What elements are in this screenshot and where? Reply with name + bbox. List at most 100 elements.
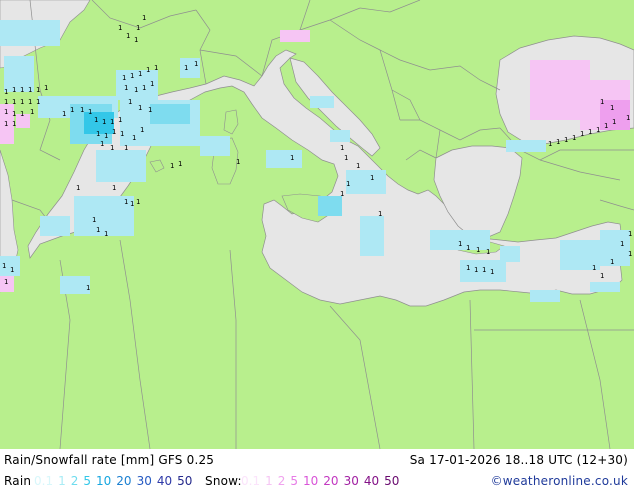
svg-text:1: 1 <box>340 144 344 152</box>
svg-text:1: 1 <box>344 154 348 162</box>
svg-text:1: 1 <box>136 24 140 32</box>
snow-scale-value: 20 <box>323 474 339 488</box>
svg-text:1: 1 <box>170 162 174 170</box>
svg-text:1: 1 <box>580 130 584 138</box>
svg-text:1: 1 <box>136 198 140 206</box>
svg-text:1: 1 <box>112 128 116 136</box>
svg-text:1: 1 <box>104 132 108 140</box>
svg-text:1: 1 <box>100 140 104 148</box>
svg-text:1: 1 <box>564 136 568 144</box>
svg-text:1: 1 <box>600 98 604 106</box>
svg-text:1: 1 <box>124 198 128 206</box>
svg-text:1: 1 <box>124 144 128 152</box>
svg-text:1: 1 <box>104 230 108 238</box>
snow-legend-scale: 0.1 1 2 5 10 20 30 40 50 <box>241 474 404 488</box>
rain-scale-value: 50 <box>177 474 193 488</box>
svg-text:1: 1 <box>130 200 134 208</box>
snow-scale-value: 1 <box>265 474 273 488</box>
svg-text:1: 1 <box>124 84 128 92</box>
rain-scale-value: 30 <box>136 474 152 488</box>
svg-text:1: 1 <box>596 126 600 134</box>
svg-text:1: 1 <box>346 180 350 188</box>
svg-text:1: 1 <box>20 110 24 118</box>
svg-text:1: 1 <box>86 284 90 292</box>
svg-text:1: 1 <box>340 190 344 198</box>
svg-text:1: 1 <box>20 86 24 94</box>
svg-text:1: 1 <box>148 106 152 114</box>
svg-text:1: 1 <box>128 98 132 106</box>
svg-text:1: 1 <box>44 84 48 92</box>
svg-text:1: 1 <box>600 272 604 280</box>
svg-text:1: 1 <box>370 174 374 182</box>
svg-text:1: 1 <box>466 264 470 272</box>
svg-text:1: 1 <box>118 116 122 124</box>
snow-scale-value: 10 <box>303 474 319 488</box>
rain-scale-value: 10 <box>96 474 112 488</box>
svg-text:1: 1 <box>490 268 494 276</box>
svg-text:1: 1 <box>94 116 98 124</box>
svg-text:1: 1 <box>612 118 616 126</box>
map-title: Rain/Snowfall rate [mm] GFS 0.25 <box>4 453 215 467</box>
svg-text:1: 1 <box>466 244 470 252</box>
svg-text:1: 1 <box>146 66 150 74</box>
svg-text:1: 1 <box>92 216 96 224</box>
svg-text:1: 1 <box>556 138 560 146</box>
svg-text:1: 1 <box>138 70 142 78</box>
svg-text:1: 1 <box>458 240 462 248</box>
svg-text:1: 1 <box>356 162 360 170</box>
svg-text:1: 1 <box>110 118 114 126</box>
svg-text:1: 1 <box>36 86 40 94</box>
svg-text:1: 1 <box>102 118 106 126</box>
rain-scale-value: 2 <box>70 474 79 488</box>
svg-text:1: 1 <box>142 84 146 92</box>
map-footer: Rain/Snowfall rate [mm] GFS 0.25 Sa 17-0… <box>0 449 634 490</box>
svg-text:1: 1 <box>12 98 16 106</box>
snow-scale-value: 30 <box>343 474 359 488</box>
svg-text:1: 1 <box>604 122 608 130</box>
credit-link[interactable]: ©weatheronline.co.uk <box>491 474 628 488</box>
svg-text:1: 1 <box>110 144 114 152</box>
snow-scale-value: 0.1 <box>241 474 261 488</box>
rain-scale-value: 1 <box>58 474 66 488</box>
rain-scale-value: 20 <box>116 474 132 488</box>
svg-text:1: 1 <box>76 184 80 192</box>
snow-scale-value: 40 <box>363 474 380 488</box>
svg-text:1: 1 <box>96 226 100 234</box>
svg-text:1: 1 <box>134 86 138 94</box>
svg-text:1: 1 <box>80 106 84 114</box>
rain-scale-value: 5 <box>83 474 92 488</box>
svg-text:1: 1 <box>4 108 8 116</box>
svg-text:1: 1 <box>610 104 614 112</box>
svg-text:1: 1 <box>592 264 596 272</box>
svg-text:1: 1 <box>28 98 32 106</box>
svg-text:1: 1 <box>30 108 34 116</box>
svg-text:1: 1 <box>20 98 24 106</box>
svg-text:1: 1 <box>130 72 134 80</box>
svg-text:1: 1 <box>628 230 632 238</box>
snow-scale-value: 2 <box>277 474 286 488</box>
svg-text:1: 1 <box>126 32 130 40</box>
svg-text:1: 1 <box>194 60 198 68</box>
svg-text:1: 1 <box>474 266 478 274</box>
svg-text:1: 1 <box>122 74 126 82</box>
svg-text:1: 1 <box>588 128 592 136</box>
svg-text:1: 1 <box>290 154 294 162</box>
svg-text:1: 1 <box>610 258 614 266</box>
svg-text:1: 1 <box>88 108 92 116</box>
svg-text:1: 1 <box>120 130 124 138</box>
svg-text:1: 1 <box>118 24 122 32</box>
rain-scale-value: 0.1 <box>34 474 54 488</box>
svg-text:1: 1 <box>138 104 142 112</box>
svg-text:1: 1 <box>36 98 40 106</box>
svg-text:1: 1 <box>140 126 144 134</box>
rain-scale-value: 40 <box>156 474 173 488</box>
svg-text:1: 1 <box>150 80 154 88</box>
svg-text:1: 1 <box>4 88 8 96</box>
svg-text:1: 1 <box>178 160 182 168</box>
svg-text:1: 1 <box>572 134 576 142</box>
svg-text:1: 1 <box>62 110 66 118</box>
svg-text:1: 1 <box>154 64 158 72</box>
rain-legend-label: Rain <box>4 474 32 488</box>
svg-text:1: 1 <box>236 158 240 166</box>
svg-text:1: 1 <box>28 86 32 94</box>
